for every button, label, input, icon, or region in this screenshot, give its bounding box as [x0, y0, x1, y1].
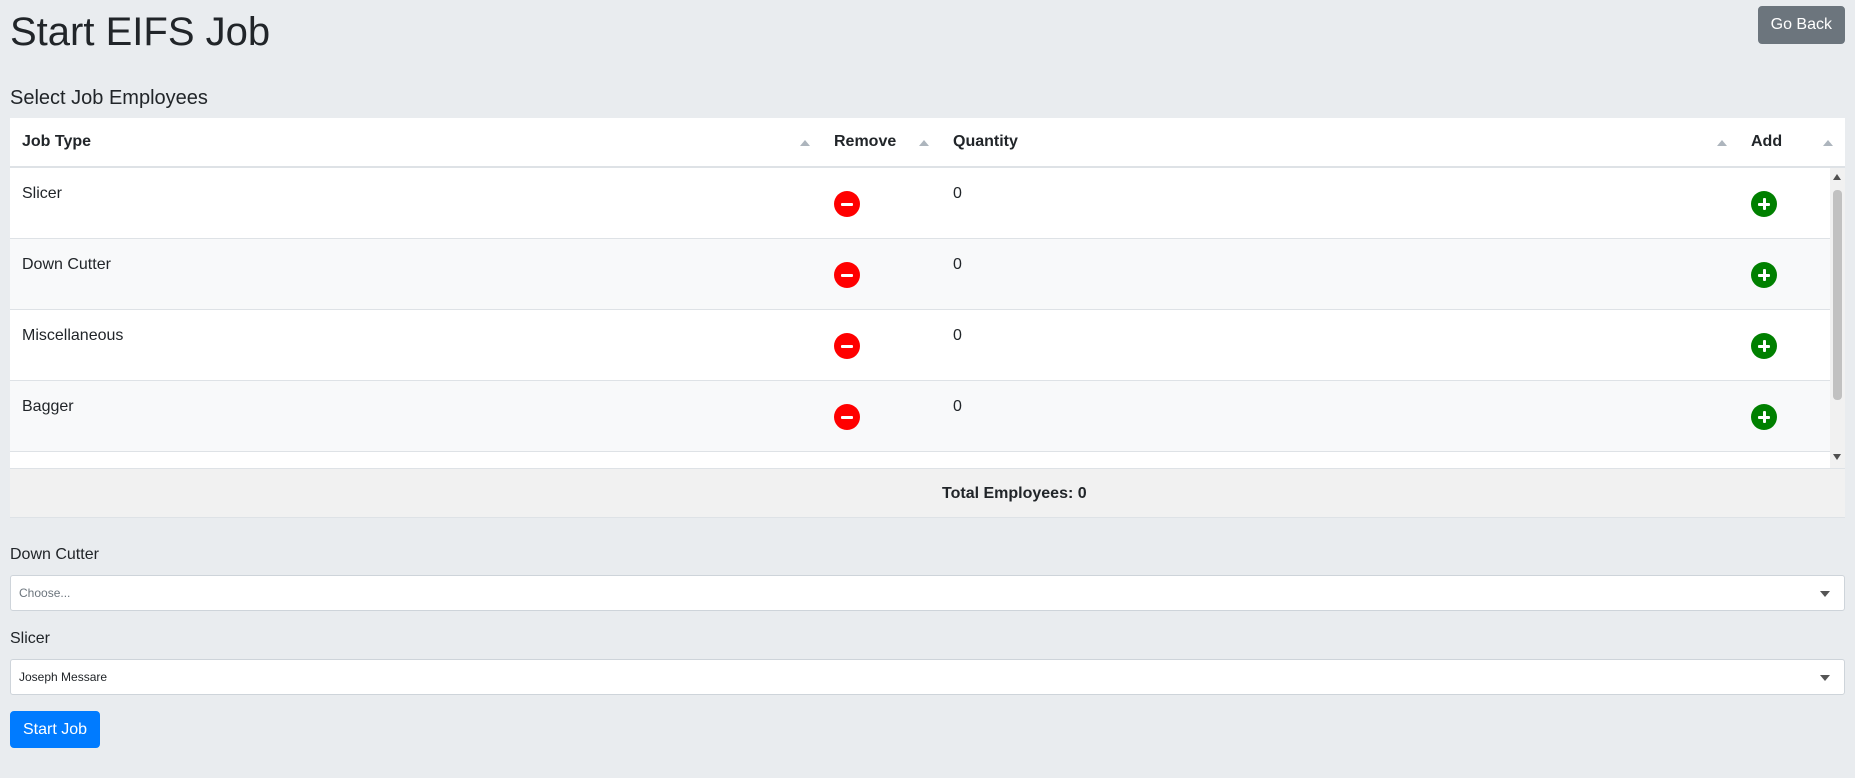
job-type-cell: Bagger [22, 398, 74, 415]
quantity-cell: 0 [953, 185, 962, 202]
add-cell [1739, 310, 1830, 380]
quantity-cell: 0 [953, 256, 962, 273]
column-header-remove[interactable]: Remove [822, 118, 941, 166]
sort-up-icon[interactable] [1823, 140, 1833, 146]
minus-circle-icon[interactable] [834, 404, 860, 430]
sort-up-icon[interactable] [800, 140, 810, 146]
scrollbar-thumb[interactable] [1833, 190, 1842, 400]
table-row: Slicer 0 [10, 168, 1830, 239]
table-row: Down Cutter 0 [10, 239, 1830, 310]
add-cell [1739, 168, 1830, 238]
add-cell [1739, 239, 1830, 309]
table-row: Miscellaneous 0 [10, 310, 1830, 381]
sort-up-icon[interactable] [919, 140, 929, 146]
column-header-label: Add [1751, 133, 1783, 150]
down-cutter-select-value: Choose... [19, 586, 71, 600]
plus-circle-icon[interactable] [1751, 333, 1777, 359]
remove-cell [822, 168, 941, 238]
add-cell [1739, 381, 1830, 451]
scroll-up-arrow-icon[interactable] [1833, 174, 1841, 180]
chevron-down-icon [1820, 675, 1830, 681]
quantity-cell: 0 [953, 398, 962, 415]
job-type-cell: Miscellaneous [22, 327, 124, 344]
minus-circle-icon[interactable] [834, 333, 860, 359]
sort-up-icon[interactable] [1717, 140, 1727, 146]
column-header-add[interactable]: Add [1739, 118, 1845, 166]
table-body-scroll-area[interactable]: Slicer 0 Down Cutter 0 Miscellaneous 0 B… [10, 168, 1845, 468]
table-scrollbar[interactable] [1830, 168, 1845, 468]
column-header-label: Job Type [22, 133, 92, 150]
go-back-button[interactable]: Go Back [1757, 6, 1845, 44]
start-job-button[interactable]: Start Job [10, 711, 101, 748]
plus-circle-icon[interactable] [1751, 191, 1777, 217]
column-header-quantity[interactable]: Quantity [941, 118, 1739, 166]
column-header-job-type[interactable]: Job Type [10, 118, 822, 166]
plus-circle-icon[interactable] [1751, 404, 1777, 430]
table-row: Bagger 0 [10, 381, 1830, 452]
column-header-label: Remove [834, 133, 897, 150]
section-title: Select Job Employees [10, 87, 208, 109]
job-type-cell: Slicer [22, 185, 63, 202]
slicer-select[interactable]: Joseph Messare [10, 659, 1845, 695]
column-header-label: Quantity [953, 133, 1018, 150]
slicer-select-value: Joseph Messare [19, 670, 108, 684]
minus-circle-icon[interactable] [834, 191, 860, 217]
quantity-cell: 0 [953, 327, 962, 344]
down-cutter-select[interactable]: Choose... [10, 575, 1845, 611]
job-type-cell: Down Cutter [22, 256, 111, 273]
total-employees: Total Employees: 0 [942, 485, 1087, 502]
table-header: Job Type Remove Quantity Add [10, 118, 1845, 168]
remove-cell [822, 239, 941, 309]
down-cutter-label: Down Cutter [10, 546, 99, 563]
table-body: Slicer 0 Down Cutter 0 Miscellaneous 0 B… [10, 168, 1830, 452]
chevron-down-icon [1820, 591, 1830, 597]
page-title: Start EIFS Job [10, 10, 271, 54]
remove-cell [822, 310, 941, 380]
remove-cell [822, 381, 941, 451]
table-footer: Total Employees: 0 [10, 468, 1845, 518]
minus-circle-icon[interactable] [834, 262, 860, 288]
slicer-label: Slicer [10, 630, 51, 647]
employees-table: Job Type Remove Quantity Add Slicer 0 Do… [10, 118, 1845, 518]
scroll-down-arrow-icon[interactable] [1833, 454, 1841, 460]
plus-circle-icon[interactable] [1751, 262, 1777, 288]
